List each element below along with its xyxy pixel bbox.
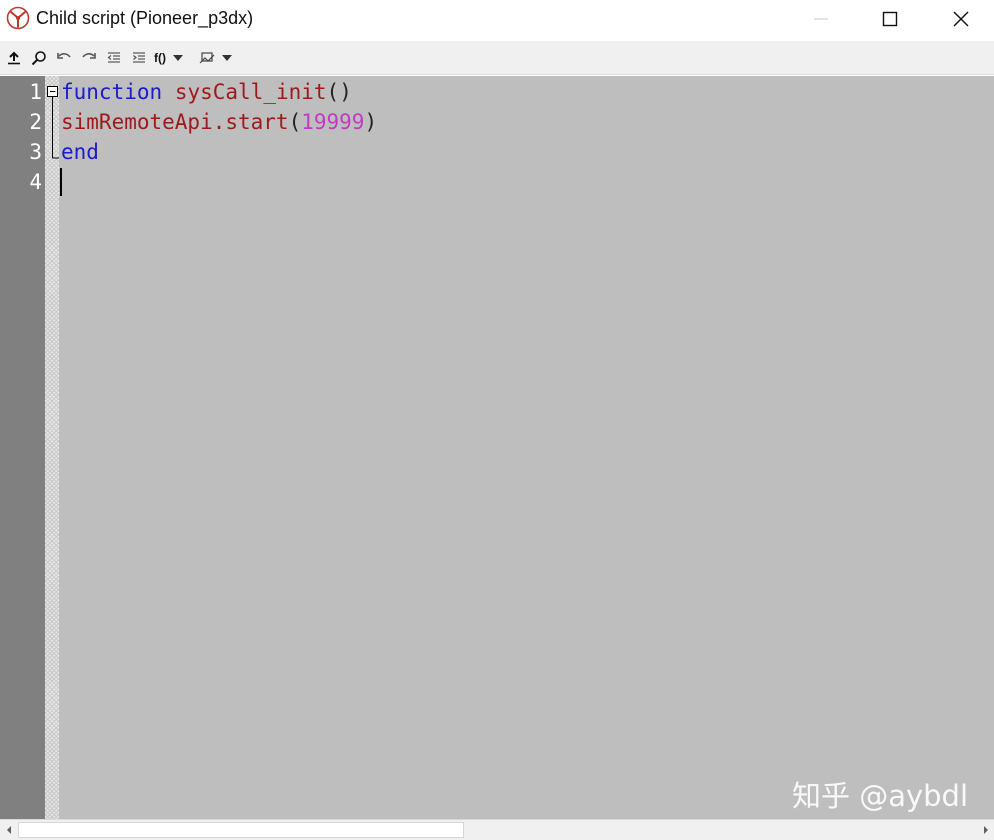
search-icon — [31, 51, 46, 66]
line-number: 3 — [29, 140, 42, 164]
search-button[interactable] — [30, 49, 48, 67]
close-button[interactable] — [938, 0, 984, 38]
redo-button[interactable] — [80, 49, 98, 67]
identifier: simRemoteApi.start — [61, 110, 289, 134]
snippets-dropdown[interactable] — [199, 49, 237, 67]
unindent-button[interactable] — [105, 49, 123, 67]
line-number-gutter: 1 2 3 4 — [0, 76, 45, 819]
fold-marker-group — [47, 86, 59, 159]
identifier: sysCall_init — [174, 80, 327, 104]
scroll-left-button[interactable] — [0, 820, 17, 840]
chevron-down-icon — [222, 55, 232, 61]
upload-icon — [8, 51, 20, 65]
coppeliasim-logo-icon — [6, 6, 30, 30]
maximize-icon — [882, 11, 898, 27]
code-line: simRemoteApi.start(19999) — [61, 107, 377, 137]
indent-button[interactable] — [130, 49, 148, 67]
code-line: function sysCall_init() — [61, 77, 352, 107]
window-title: Child script (Pioneer_p3dx) — [36, 8, 254, 28]
maximize-button[interactable] — [867, 0, 913, 38]
code-editor[interactable]: 1 2 3 4 function sysCall_init() simRemot… — [0, 76, 994, 819]
scroll-right-button[interactable] — [977, 820, 994, 840]
scroll-right-icon — [983, 826, 988, 834]
unindent-icon — [107, 52, 120, 63]
code-line: end — [61, 137, 99, 167]
function-list-dropdown[interactable]: f() — [154, 49, 194, 67]
watermark: 知乎 @aybdl — [792, 779, 969, 813]
text-cursor — [60, 168, 62, 196]
punctuation: ( — [288, 110, 302, 134]
horizontal-scrollbar[interactable] — [0, 819, 994, 840]
undo-button[interactable] — [55, 49, 73, 67]
number-literal: 19999 — [301, 110, 365, 134]
redo-icon — [82, 53, 96, 59]
snippet-icon — [199, 52, 215, 64]
function-list-label: f() — [154, 51, 166, 65]
undo-icon — [57, 53, 71, 59]
punctuation: ) — [364, 110, 378, 134]
minimize-icon — [814, 18, 828, 20]
punctuation: ( — [326, 80, 340, 104]
line-number: 4 — [29, 170, 42, 194]
line-number: 1 — [29, 80, 42, 104]
keyword: end — [61, 140, 99, 164]
indent-icon — [133, 52, 145, 63]
scroll-left-icon — [6, 826, 11, 834]
minimize-button[interactable] — [798, 0, 844, 38]
chevron-down-icon — [173, 55, 183, 61]
keyword: function — [61, 80, 163, 104]
line-number: 2 — [29, 110, 42, 134]
editor-toolbar: f() — [0, 41, 994, 75]
title-bar: Child script (Pioneer_p3dx) — [0, 0, 994, 38]
punctuation: ) — [339, 80, 352, 104]
scrollbar-thumb[interactable] — [18, 822, 464, 838]
apply-button[interactable] — [6, 49, 22, 67]
close-icon — [953, 11, 969, 27]
